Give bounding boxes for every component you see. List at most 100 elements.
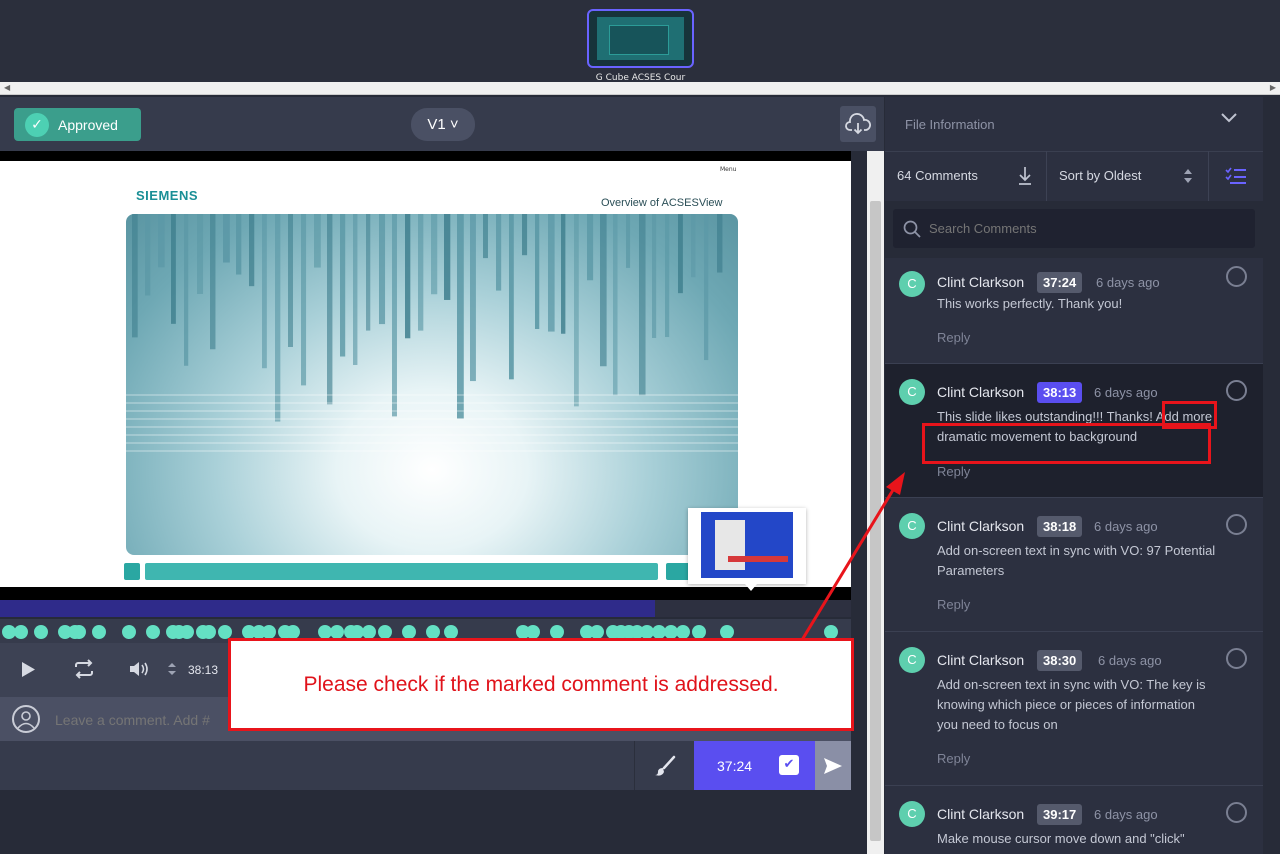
annotation-highlight-box bbox=[922, 423, 1211, 464]
filmstrip-thumbnail[interactable] bbox=[587, 9, 694, 68]
timestamp-value: 37:24 bbox=[717, 757, 753, 774]
binary-streams bbox=[126, 214, 738, 452]
reply-link[interactable]: Reply bbox=[937, 751, 970, 766]
comment-item[interactable]: C Clint Clarkson 39:17 6 days ago Make m… bbox=[885, 786, 1263, 854]
toolbar-divider bbox=[1046, 151, 1047, 201]
comment-marker[interactable] bbox=[122, 625, 136, 639]
comment-marker[interactable] bbox=[402, 625, 416, 639]
version-selector[interactable]: V1 ˅ bbox=[411, 108, 475, 141]
mark-complete-toggle[interactable] bbox=[1226, 266, 1247, 287]
comment-marker[interactable] bbox=[444, 625, 458, 639]
comment-author: Clint Clarkson bbox=[937, 274, 1025, 290]
cloud-download-button[interactable] bbox=[840, 106, 876, 142]
reply-link[interactable]: Reply bbox=[937, 597, 970, 612]
comment-marker[interactable] bbox=[692, 625, 706, 639]
status-label: Approved bbox=[58, 116, 118, 133]
reply-link[interactable]: Reply bbox=[937, 330, 970, 345]
timestamp-checkbox[interactable]: ✔ bbox=[779, 755, 799, 775]
file-info-label: File Information bbox=[905, 117, 995, 132]
comment-marker[interactable] bbox=[262, 625, 276, 639]
comment-marker[interactable] bbox=[526, 625, 540, 639]
slide-audio-icon bbox=[124, 563, 140, 580]
comment-author: Clint Clarkson bbox=[937, 806, 1025, 822]
reply-link[interactable]: Reply bbox=[937, 464, 970, 479]
video-progress-bar[interactable] bbox=[0, 600, 851, 617]
draw-annotation-button[interactable] bbox=[634, 741, 694, 790]
checklist-filter-icon[interactable] bbox=[1225, 166, 1247, 186]
comment-marker[interactable] bbox=[590, 625, 604, 639]
comment-age: 6 days ago bbox=[1096, 275, 1160, 290]
comment-marker[interactable] bbox=[92, 625, 106, 639]
slide-playback-bar bbox=[124, 563, 691, 580]
comment-text: Make mouse cursor move down and "click" bbox=[937, 831, 1185, 846]
loop-icon[interactable] bbox=[72, 659, 96, 679]
author-avatar: C bbox=[899, 379, 925, 405]
comment-item[interactable]: C Clint Clarkson 38:30 6 days ago Add on… bbox=[885, 632, 1263, 786]
send-comment-button[interactable] bbox=[815, 741, 851, 790]
slide-title: Overview of ACSESView bbox=[601, 197, 723, 209]
mark-complete-toggle[interactable] bbox=[1226, 648, 1247, 669]
sort-dropdown[interactable]: Sort by Oldest bbox=[1059, 168, 1141, 183]
comment-marker[interactable] bbox=[14, 625, 28, 639]
sort-stepper-icon[interactable] bbox=[1183, 167, 1193, 185]
file-information-header[interactable]: File Information bbox=[885, 97, 1263, 151]
mark-complete-toggle[interactable] bbox=[1226, 514, 1247, 535]
comment-marker[interactable] bbox=[330, 625, 344, 639]
data-tunnel-image bbox=[126, 214, 738, 555]
comment-marker[interactable] bbox=[676, 625, 690, 639]
toolbar-divider bbox=[1208, 151, 1209, 201]
scroll-right-icon[interactable]: ▶ bbox=[1270, 83, 1276, 92]
annotation-callout: Please check if the marked comment is ad… bbox=[228, 638, 854, 731]
comment-item[interactable]: C Clint Clarkson 38:18 6 days ago Add on… bbox=[885, 498, 1263, 632]
author-avatar: C bbox=[899, 271, 925, 297]
comment-marker[interactable] bbox=[72, 625, 86, 639]
current-time: 38:13 bbox=[188, 663, 219, 677]
author-avatar: C bbox=[899, 647, 925, 673]
approved-status-button[interactable]: ✓ Approved bbox=[14, 108, 141, 141]
scroll-left-icon[interactable]: ◀ bbox=[4, 83, 10, 92]
comment-text: This works perfectly. Thank you! bbox=[937, 296, 1123, 311]
comment-item[interactable]: C Clint Clarkson 37:24 6 days ago This w… bbox=[885, 258, 1263, 364]
slide-menu-label: Menu bbox=[720, 166, 737, 173]
comment-marker[interactable] bbox=[202, 625, 216, 639]
timestamp-toggle[interactable]: 37:24 ✔ bbox=[694, 741, 815, 790]
comment-marker[interactable] bbox=[218, 625, 232, 639]
paintbrush-icon bbox=[654, 755, 675, 776]
comment-timestamp[interactable]: 38:18 bbox=[1037, 516, 1083, 537]
comment-timestamp[interactable]: 37:24 bbox=[1037, 272, 1083, 293]
comment-marker[interactable] bbox=[362, 625, 376, 639]
comment-timestamp[interactable]: 38:13 bbox=[1037, 382, 1083, 403]
send-icon bbox=[824, 757, 842, 774]
author-avatar: C bbox=[899, 801, 925, 827]
siemens-logo: SIEMENS bbox=[136, 188, 199, 203]
slide-seekbar bbox=[145, 563, 658, 580]
comment-marker[interactable] bbox=[286, 625, 300, 639]
comment-age: 6 days ago bbox=[1094, 807, 1158, 822]
speed-stepper-icon[interactable] bbox=[167, 662, 177, 676]
comment-text: Add on-screen text in sync with VO: The … bbox=[937, 677, 1206, 732]
mark-complete-toggle[interactable] bbox=[1226, 380, 1247, 401]
comment-marker[interactable] bbox=[426, 625, 440, 639]
comment-timestamp[interactable]: 38:30 bbox=[1037, 650, 1083, 671]
volume-icon[interactable] bbox=[128, 660, 152, 678]
annotation-callout-text: Please check if the marked comment is ad… bbox=[303, 673, 779, 696]
comment-age: 6 days ago bbox=[1094, 519, 1158, 534]
comment-author: Clint Clarkson bbox=[937, 384, 1025, 400]
mark-complete-toggle[interactable] bbox=[1226, 802, 1247, 823]
comment-marker[interactable] bbox=[378, 625, 392, 639]
search-comments-input[interactable] bbox=[929, 221, 1229, 236]
comment-marker[interactable] bbox=[34, 625, 48, 639]
comment-age: 6 days ago bbox=[1098, 653, 1162, 668]
comment-marker[interactable] bbox=[550, 625, 564, 639]
comment-timestamp[interactable]: 39:17 bbox=[1037, 804, 1083, 825]
comment-marker[interactable] bbox=[180, 625, 194, 639]
comment-author: Clint Clarkson bbox=[937, 652, 1025, 668]
comment-marker[interactable] bbox=[720, 625, 734, 639]
comment-count: 64 Comments bbox=[897, 168, 978, 183]
play-icon[interactable] bbox=[20, 661, 36, 678]
download-comments-icon[interactable] bbox=[1017, 166, 1033, 186]
comment-author: Clint Clarkson bbox=[937, 518, 1025, 534]
comment-marker[interactable] bbox=[146, 625, 160, 639]
chevron-down-icon[interactable] bbox=[1221, 113, 1237, 123]
horizontal-scrollbar[interactable]: ◀ ▶ bbox=[0, 82, 1280, 95]
